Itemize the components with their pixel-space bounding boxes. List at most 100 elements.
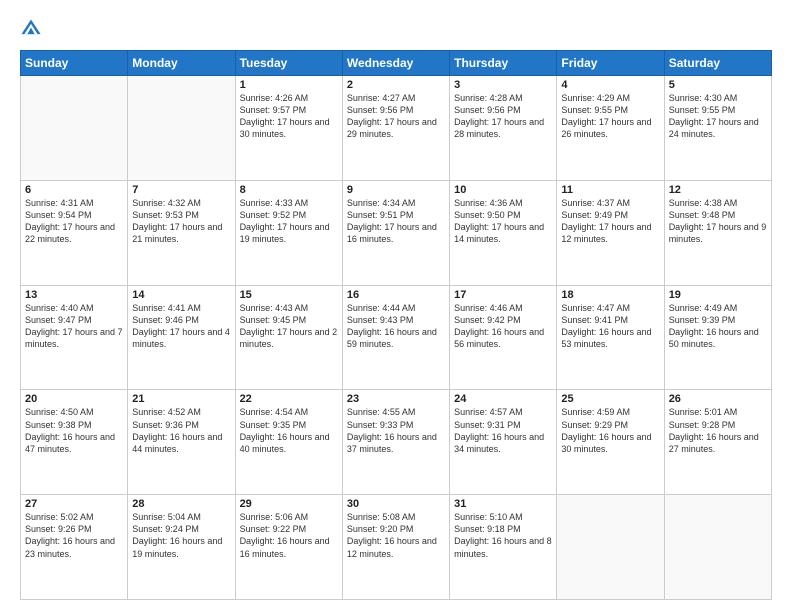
day-number: 9	[347, 184, 445, 196]
day-number: 24	[454, 393, 552, 405]
day-info: Sunrise: 4:37 AM Sunset: 9:49 PM Dayligh…	[561, 197, 659, 246]
calendar-cell: 26Sunrise: 5:01 AM Sunset: 9:28 PM Dayli…	[664, 390, 771, 495]
calendar-cell: 19Sunrise: 4:49 AM Sunset: 9:39 PM Dayli…	[664, 285, 771, 390]
day-number: 8	[240, 184, 338, 196]
calendar-cell	[557, 495, 664, 600]
day-number: 23	[347, 393, 445, 405]
day-info: Sunrise: 5:10 AM Sunset: 9:18 PM Dayligh…	[454, 511, 552, 560]
day-info: Sunrise: 4:34 AM Sunset: 9:51 PM Dayligh…	[347, 197, 445, 246]
day-number: 6	[25, 184, 123, 196]
day-info: Sunrise: 4:36 AM Sunset: 9:50 PM Dayligh…	[454, 197, 552, 246]
day-number: 16	[347, 289, 445, 301]
day-info: Sunrise: 4:33 AM Sunset: 9:52 PM Dayligh…	[240, 197, 338, 246]
weekday-header-row: SundayMondayTuesdayWednesdayThursdayFrid…	[21, 51, 772, 76]
day-info: Sunrise: 4:38 AM Sunset: 9:48 PM Dayligh…	[669, 197, 767, 246]
calendar-cell: 2Sunrise: 4:27 AM Sunset: 9:56 PM Daylig…	[342, 76, 449, 181]
day-number: 10	[454, 184, 552, 196]
day-number: 31	[454, 498, 552, 510]
day-info: Sunrise: 4:26 AM Sunset: 9:57 PM Dayligh…	[240, 92, 338, 141]
day-info: Sunrise: 4:50 AM Sunset: 9:38 PM Dayligh…	[25, 406, 123, 455]
day-number: 15	[240, 289, 338, 301]
day-info: Sunrise: 5:06 AM Sunset: 9:22 PM Dayligh…	[240, 511, 338, 560]
calendar-cell	[664, 495, 771, 600]
calendar-cell: 27Sunrise: 5:02 AM Sunset: 9:26 PM Dayli…	[21, 495, 128, 600]
page: SundayMondayTuesdayWednesdayThursdayFrid…	[0, 0, 792, 612]
calendar-cell: 13Sunrise: 4:40 AM Sunset: 9:47 PM Dayli…	[21, 285, 128, 390]
day-number: 7	[132, 184, 230, 196]
weekday-header: Friday	[557, 51, 664, 76]
day-info: Sunrise: 4:27 AM Sunset: 9:56 PM Dayligh…	[347, 92, 445, 141]
day-number: 26	[669, 393, 767, 405]
day-number: 13	[25, 289, 123, 301]
calendar-cell: 11Sunrise: 4:37 AM Sunset: 9:49 PM Dayli…	[557, 180, 664, 285]
day-number: 11	[561, 184, 659, 196]
day-number: 5	[669, 79, 767, 91]
day-info: Sunrise: 5:01 AM Sunset: 9:28 PM Dayligh…	[669, 406, 767, 455]
weekday-header: Thursday	[450, 51, 557, 76]
calendar-cell	[21, 76, 128, 181]
header	[20, 18, 772, 40]
calendar-cell	[128, 76, 235, 181]
calendar-cell: 25Sunrise: 4:59 AM Sunset: 9:29 PM Dayli…	[557, 390, 664, 495]
day-number: 22	[240, 393, 338, 405]
day-number: 21	[132, 393, 230, 405]
calendar-cell: 21Sunrise: 4:52 AM Sunset: 9:36 PM Dayli…	[128, 390, 235, 495]
calendar-cell: 1Sunrise: 4:26 AM Sunset: 9:57 PM Daylig…	[235, 76, 342, 181]
weekday-header: Monday	[128, 51, 235, 76]
day-number: 17	[454, 289, 552, 301]
calendar-cell: 18Sunrise: 4:47 AM Sunset: 9:41 PM Dayli…	[557, 285, 664, 390]
day-info: Sunrise: 4:46 AM Sunset: 9:42 PM Dayligh…	[454, 302, 552, 351]
day-info: Sunrise: 4:30 AM Sunset: 9:55 PM Dayligh…	[669, 92, 767, 141]
calendar-cell: 20Sunrise: 4:50 AM Sunset: 9:38 PM Dayli…	[21, 390, 128, 495]
weekday-header: Tuesday	[235, 51, 342, 76]
calendar-cell: 28Sunrise: 5:04 AM Sunset: 9:24 PM Dayli…	[128, 495, 235, 600]
day-info: Sunrise: 4:49 AM Sunset: 9:39 PM Dayligh…	[669, 302, 767, 351]
day-number: 14	[132, 289, 230, 301]
day-info: Sunrise: 4:54 AM Sunset: 9:35 PM Dayligh…	[240, 406, 338, 455]
day-info: Sunrise: 4:59 AM Sunset: 9:29 PM Dayligh…	[561, 406, 659, 455]
day-info: Sunrise: 4:52 AM Sunset: 9:36 PM Dayligh…	[132, 406, 230, 455]
day-number: 2	[347, 79, 445, 91]
logo-icon	[20, 18, 42, 40]
day-info: Sunrise: 4:40 AM Sunset: 9:47 PM Dayligh…	[25, 302, 123, 351]
calendar-cell: 4Sunrise: 4:29 AM Sunset: 9:55 PM Daylig…	[557, 76, 664, 181]
day-info: Sunrise: 4:32 AM Sunset: 9:53 PM Dayligh…	[132, 197, 230, 246]
calendar-week-row: 20Sunrise: 4:50 AM Sunset: 9:38 PM Dayli…	[21, 390, 772, 495]
weekday-header: Saturday	[664, 51, 771, 76]
calendar-cell: 30Sunrise: 5:08 AM Sunset: 9:20 PM Dayli…	[342, 495, 449, 600]
day-number: 25	[561, 393, 659, 405]
calendar-cell: 10Sunrise: 4:36 AM Sunset: 9:50 PM Dayli…	[450, 180, 557, 285]
calendar-cell: 12Sunrise: 4:38 AM Sunset: 9:48 PM Dayli…	[664, 180, 771, 285]
calendar-cell: 14Sunrise: 4:41 AM Sunset: 9:46 PM Dayli…	[128, 285, 235, 390]
calendar-cell: 29Sunrise: 5:06 AM Sunset: 9:22 PM Dayli…	[235, 495, 342, 600]
calendar-week-row: 6Sunrise: 4:31 AM Sunset: 9:54 PM Daylig…	[21, 180, 772, 285]
day-info: Sunrise: 4:31 AM Sunset: 9:54 PM Dayligh…	[25, 197, 123, 246]
day-number: 28	[132, 498, 230, 510]
calendar-cell: 24Sunrise: 4:57 AM Sunset: 9:31 PM Dayli…	[450, 390, 557, 495]
calendar-cell: 15Sunrise: 4:43 AM Sunset: 9:45 PM Dayli…	[235, 285, 342, 390]
logo	[20, 18, 44, 40]
day-number: 4	[561, 79, 659, 91]
day-number: 20	[25, 393, 123, 405]
day-info: Sunrise: 5:08 AM Sunset: 9:20 PM Dayligh…	[347, 511, 445, 560]
calendar-cell: 8Sunrise: 4:33 AM Sunset: 9:52 PM Daylig…	[235, 180, 342, 285]
weekday-header: Sunday	[21, 51, 128, 76]
calendar-cell: 5Sunrise: 4:30 AM Sunset: 9:55 PM Daylig…	[664, 76, 771, 181]
day-number: 3	[454, 79, 552, 91]
day-info: Sunrise: 4:57 AM Sunset: 9:31 PM Dayligh…	[454, 406, 552, 455]
calendar-cell: 7Sunrise: 4:32 AM Sunset: 9:53 PM Daylig…	[128, 180, 235, 285]
weekday-header: Wednesday	[342, 51, 449, 76]
calendar-table: SundayMondayTuesdayWednesdayThursdayFrid…	[20, 50, 772, 600]
calendar-week-row: 13Sunrise: 4:40 AM Sunset: 9:47 PM Dayli…	[21, 285, 772, 390]
calendar-cell: 22Sunrise: 4:54 AM Sunset: 9:35 PM Dayli…	[235, 390, 342, 495]
day-info: Sunrise: 4:47 AM Sunset: 9:41 PM Dayligh…	[561, 302, 659, 351]
day-number: 30	[347, 498, 445, 510]
day-number: 1	[240, 79, 338, 91]
day-info: Sunrise: 4:43 AM Sunset: 9:45 PM Dayligh…	[240, 302, 338, 351]
calendar-cell: 23Sunrise: 4:55 AM Sunset: 9:33 PM Dayli…	[342, 390, 449, 495]
day-number: 12	[669, 184, 767, 196]
day-info: Sunrise: 4:28 AM Sunset: 9:56 PM Dayligh…	[454, 92, 552, 141]
day-info: Sunrise: 4:41 AM Sunset: 9:46 PM Dayligh…	[132, 302, 230, 351]
day-info: Sunrise: 4:44 AM Sunset: 9:43 PM Dayligh…	[347, 302, 445, 351]
calendar-week-row: 1Sunrise: 4:26 AM Sunset: 9:57 PM Daylig…	[21, 76, 772, 181]
